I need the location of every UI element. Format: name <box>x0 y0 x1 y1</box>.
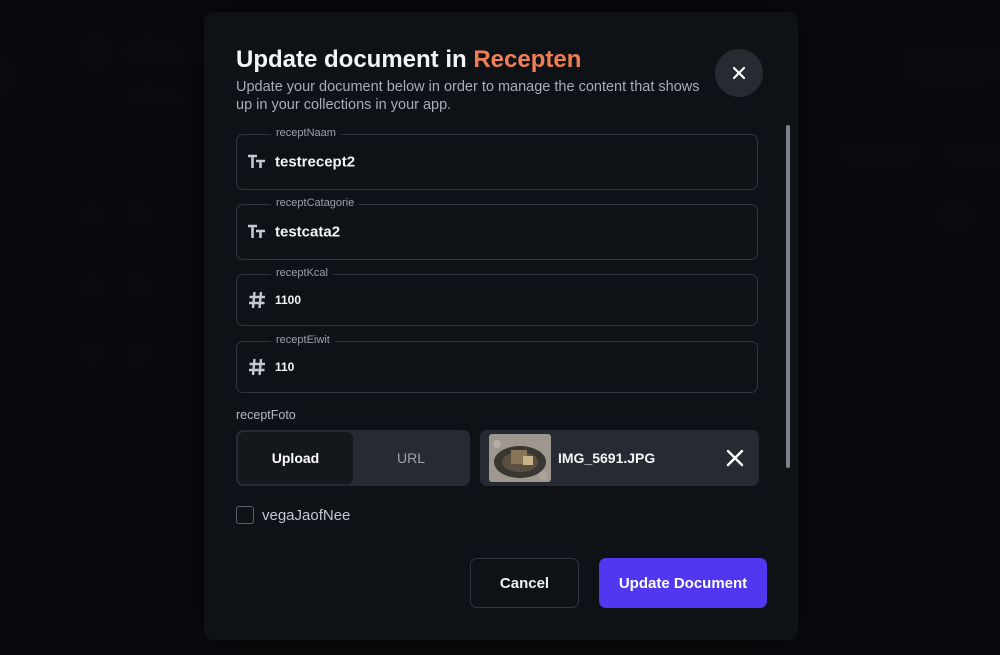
upload-mode-toggle: Upload URL <box>236 430 470 486</box>
text-type-icon <box>248 154 265 168</box>
file-field-label: receptFoto <box>236 408 296 422</box>
update-document-modal: Update document in Recepten Update your … <box>204 12 798 640</box>
field-receptEiwit[interactable]: receptEiwit 110 <box>236 334 758 393</box>
cancel-button[interactable]: Cancel <box>470 558 579 608</box>
uploaded-file: IMG_5691.JPG <box>480 430 759 486</box>
vega-checkbox-row[interactable]: vegaJaofNee <box>236 506 350 524</box>
hash-icon <box>249 291 265 309</box>
file-thumbnail <box>489 434 551 482</box>
text-type-icon <box>248 224 265 238</box>
field-label: receptEiwit <box>271 334 335 346</box>
vega-checkbox[interactable] <box>236 506 254 524</box>
field-label: receptCatagorie <box>271 197 360 209</box>
remove-file-icon[interactable] <box>725 448 745 468</box>
vega-checkbox-label: vegaJaofNee <box>262 506 351 524</box>
upload-tab[interactable]: Upload <box>238 432 353 484</box>
close-button[interactable] <box>715 49 763 97</box>
modal-title-collection: Recepten <box>473 46 582 73</box>
close-icon <box>732 66 746 80</box>
hash-icon <box>249 358 265 376</box>
url-tab[interactable]: URL <box>354 432 468 484</box>
modal-subtitle: Update your document below in order to m… <box>236 79 700 113</box>
modal-scrollbar[interactable] <box>786 125 790 468</box>
field-value: 110 <box>275 360 295 374</box>
field-value: testrecept2 <box>275 153 356 171</box>
field-receptcatagorie[interactable]: receptCatagorie testcata2 <box>236 197 758 260</box>
field-label: receptKcal <box>271 267 333 279</box>
modal-title: Update document in Recepten <box>236 46 581 74</box>
file-name: IMG_5691.JPG <box>558 450 656 466</box>
field-receptnaam[interactable]: receptNaam testrecept2 <box>236 127 758 190</box>
field-label: receptNaam <box>271 127 341 139</box>
update-document-button[interactable]: Update Document <box>599 558 767 608</box>
field-receptkcal[interactable]: receptKcal 1100 <box>236 267 758 326</box>
field-value: testcata2 <box>275 223 341 241</box>
field-value: 1100 <box>275 293 302 307</box>
modal-title-prefix: Update document in <box>236 46 467 73</box>
